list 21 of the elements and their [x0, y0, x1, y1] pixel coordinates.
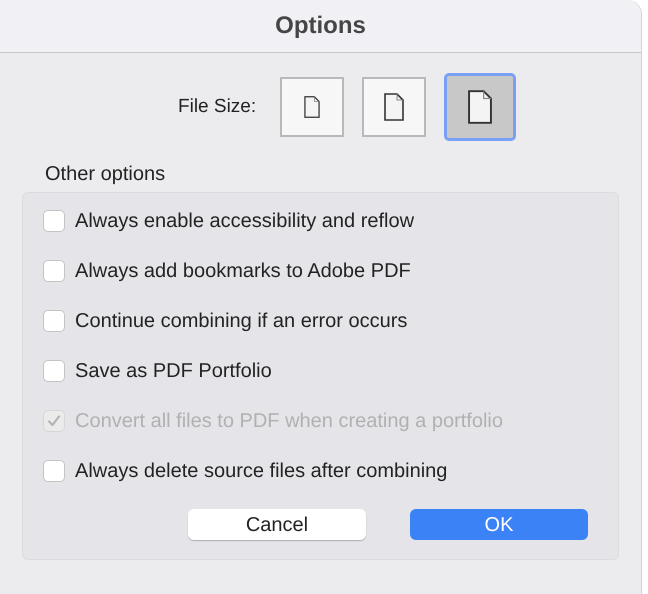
checkbox-label: Always enable accessibility and reflow [75, 209, 414, 234]
cancel-button[interactable]: Cancel [188, 509, 366, 540]
section-heading: Other options [45, 162, 166, 187]
checkbox-label: Always delete source files after combining [75, 459, 448, 484]
document-icon [384, 93, 404, 121]
checkbox-label: Always add bookmarks to Adobe PDF [75, 259, 411, 284]
ok-button[interactable]: OK [410, 509, 588, 540]
file-size-label: File Size: [178, 94, 256, 119]
checkbox[interactable] [43, 310, 65, 332]
window-title: Options [275, 11, 366, 41]
checkbox-label: Continue combining if an error occurs [75, 309, 408, 334]
document-icon [304, 96, 320, 118]
checkbox[interactable] [43, 460, 65, 482]
file-size-option[interactable] [362, 77, 426, 137]
checkbox[interactable] [43, 210, 65, 232]
checkbox[interactable] [43, 360, 65, 382]
checkbox-label: Convert all files to PDF when creating a portfolio [75, 409, 503, 434]
document-icon [467, 90, 494, 124]
checkbox-label: Save as PDF Portfolio [75, 359, 272, 384]
checkbox[interactable] [43, 260, 65, 282]
file-size-option[interactable] [444, 73, 516, 141]
